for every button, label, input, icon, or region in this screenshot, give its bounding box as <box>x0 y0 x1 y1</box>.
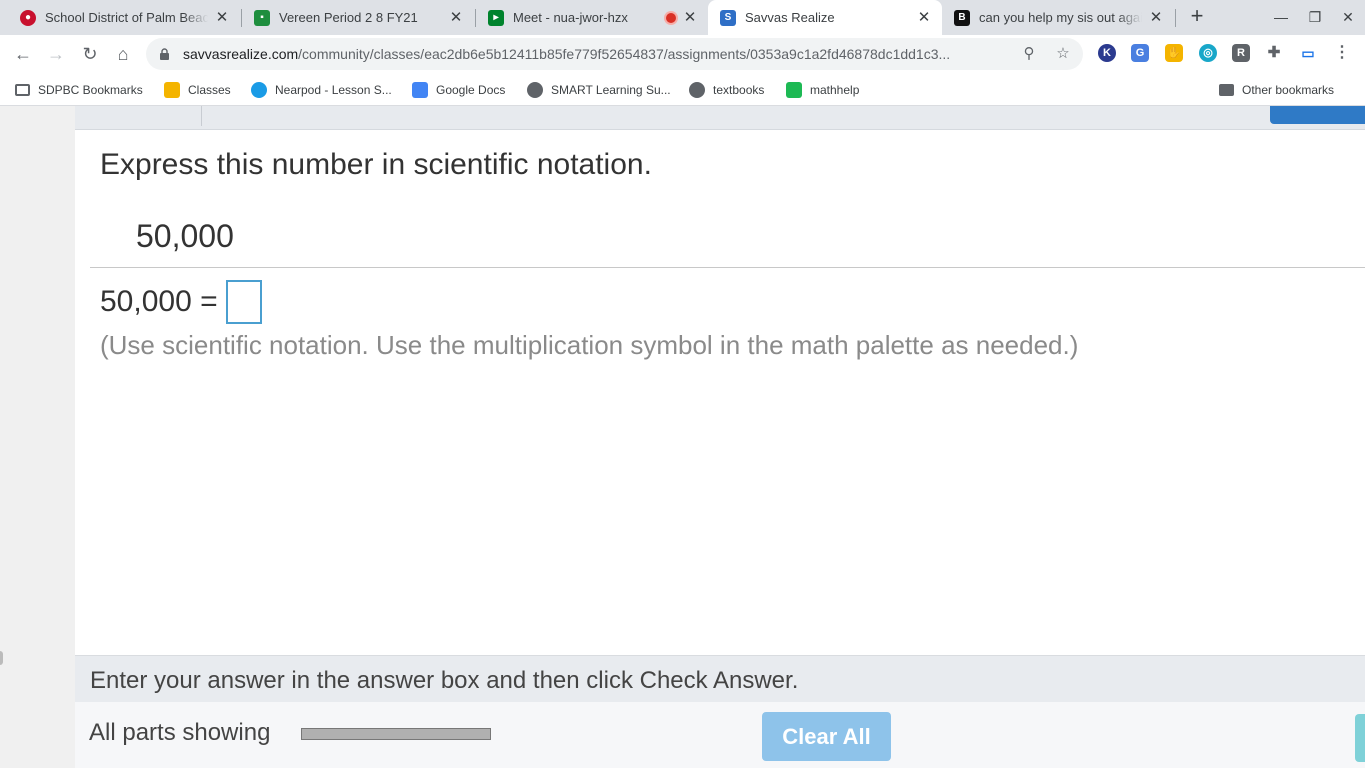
nearpod-icon <box>251 81 267 98</box>
hand-extension-icon[interactable]: ✋ <box>1165 44 1183 62</box>
bookmark-nearpod[interactable]: Nearpod - Lesson S... <box>251 81 392 98</box>
instruction-text: Enter your answer in the answer box and … <box>90 667 799 694</box>
given-number: 50,000 <box>136 218 234 254</box>
bookmark-mathhelp[interactable]: mathhelp <box>786 81 859 98</box>
browser-toolbar: ← → ↻ ⌂ savvasrealize.com/community/clas… <box>0 35 1365 73</box>
globe-extension-icon[interactable]: ◎ <box>1199 44 1217 62</box>
page-content: Express this number in scientific notati… <box>0 106 1365 768</box>
brainly-icon: B <box>954 9 970 26</box>
bookmarks-bar: SDPBC Bookmarks Classes Nearpod - Lesson… <box>0 73 1365 106</box>
mathhelp-icon <box>786 81 802 98</box>
home-icon[interactable]: ⌂ <box>111 42 135 66</box>
classroom-icon <box>164 81 180 98</box>
progress-fill <box>302 729 490 739</box>
reload-icon[interactable]: ↻ <box>78 42 102 66</box>
window-close-icon[interactable]: ✕ <box>1337 6 1359 28</box>
tab-title: Savvas Realize <box>745 10 835 25</box>
answer-input[interactable] <box>225 280 262 324</box>
bookmark-sdpbc[interactable]: SDPBC Bookmarks <box>15 81 143 98</box>
extensions-puzzle-icon[interactable]: ✚ <box>1265 44 1283 62</box>
clear-all-button[interactable]: Clear All <box>762 712 891 761</box>
savvas-icon: S <box>720 9 736 26</box>
forward-icon[interactable]: → <box>44 42 68 66</box>
recording-icon <box>666 12 676 23</box>
bookmark-label: mathhelp <box>810 82 860 97</box>
bookmark-label: Nearpod - Lesson S... <box>275 82 392 97</box>
close-icon[interactable]: ✕ <box>214 9 230 26</box>
tab-strip: ● School District of Palm Beach ✕ ▪ Vere… <box>0 0 1365 35</box>
tab-vereen-period[interactable]: ▪ Vereen Period 2 8 FY21 ✕ <box>242 0 474 35</box>
bookmark-smart-learning[interactable]: SMART Learning Su... <box>527 81 671 98</box>
question-text: Express this number in scientific notati… <box>100 148 652 181</box>
restore-icon[interactable]: ❐ <box>1304 6 1326 28</box>
header-action-button[interactable] <box>1270 106 1365 124</box>
kami-extension-icon[interactable]: K <box>1098 44 1116 62</box>
bookmark-label: SMART Learning Su... <box>551 82 671 97</box>
tab-title: School District of Palm Beach <box>45 10 208 25</box>
answer-hint: (Use scientific notation. Use the multip… <box>100 330 1079 360</box>
translate-extension-icon[interactable]: G <box>1131 44 1149 62</box>
equation-lhs: 50,000 = <box>100 285 218 318</box>
bookmark-star-icon[interactable]: ☆ <box>1055 46 1071 62</box>
back-icon[interactable]: ← <box>11 42 35 66</box>
url-path: /community/classes/eac2db6e5b12411b85fe7… <box>298 46 951 62</box>
tab-savvas-realize[interactable]: S Savvas Realize ✕ <box>708 0 942 35</box>
r-extension-icon[interactable]: R <box>1232 44 1250 62</box>
folder-icon <box>15 83 30 96</box>
tab-title: Vereen Period 2 8 FY21 <box>279 10 418 25</box>
answer-equation: 50,000 = <box>100 280 262 324</box>
docs-icon <box>412 81 428 98</box>
header-divider <box>201 106 202 126</box>
tab-school-district[interactable]: ● School District of Palm Beach ✕ <box>8 0 240 35</box>
parts-showing-label: All parts showing <box>89 719 271 746</box>
address-bar[interactable]: savvasrealize.com/community/classes/eac2… <box>146 38 1083 70</box>
close-icon[interactable]: ✕ <box>448 9 464 26</box>
menu-kebab-icon[interactable]: ⋮ <box>1333 44 1351 62</box>
bookmark-label: textbooks <box>713 82 765 97</box>
globe-icon <box>527 81 543 98</box>
close-icon[interactable]: ✕ <box>682 9 698 26</box>
classroom-icon: ▪ <box>254 9 270 26</box>
bookmark-textbooks[interactable]: textbooks <box>689 81 764 98</box>
tab-brainly[interactable]: B can you help my sis out again ✕ <box>942 0 1174 35</box>
check-answer-button[interactable] <box>1355 714 1365 762</box>
folder-icon <box>1219 83 1234 96</box>
lock-icon[interactable] <box>160 48 169 60</box>
instruction-bar: Enter your answer in the answer box and … <box>75 655 1365 702</box>
exercise-header-bar <box>75 106 1365 130</box>
exercise-footer: All parts showing Clear All <box>75 702 1365 768</box>
url-text[interactable]: savvasrealize.com/community/classes/eac2… <box>183 46 950 62</box>
bookmark-classes[interactable]: Classes <box>164 81 231 98</box>
tab-title: can you help my sis out again <box>979 10 1142 25</box>
cast-icon[interactable]: ▭ <box>1299 44 1317 62</box>
bookmark-label: Classes <box>188 82 231 97</box>
tab-separator <box>1175 9 1176 27</box>
bookmark-label: Google Docs <box>436 82 506 97</box>
bookmark-label: SDPBC Bookmarks <box>38 82 143 97</box>
close-icon[interactable]: ✕ <box>916 9 932 26</box>
bookmark-other[interactable]: Other bookmarks <box>1219 81 1334 98</box>
globe-icon <box>689 81 705 98</box>
side-handle[interactable] <box>0 651 3 665</box>
bookmark-label: Other bookmarks <box>1242 82 1335 97</box>
parts-progress-bar <box>301 728 491 740</box>
tab-title: Meet - nua-jwor-hzx <box>513 10 628 25</box>
zoom-icon[interactable]: ⚲ <box>1021 46 1037 62</box>
sdpbc-icon: ● <box>20 9 36 26</box>
tab-meet[interactable]: ▸ Meet - nua-jwor-hzx ✕ <box>476 0 708 35</box>
divider <box>90 267 1365 268</box>
url-host: savvasrealize.com <box>183 46 299 62</box>
new-tab-icon[interactable]: + <box>1186 5 1208 28</box>
exercise-panel: Express this number in scientific notati… <box>75 106 1365 768</box>
close-icon[interactable]: ✕ <box>1148 9 1164 26</box>
bookmark-google-docs[interactable]: Google Docs <box>412 81 505 98</box>
minimize-icon[interactable]: — <box>1270 6 1292 28</box>
meet-icon: ▸ <box>488 9 504 26</box>
